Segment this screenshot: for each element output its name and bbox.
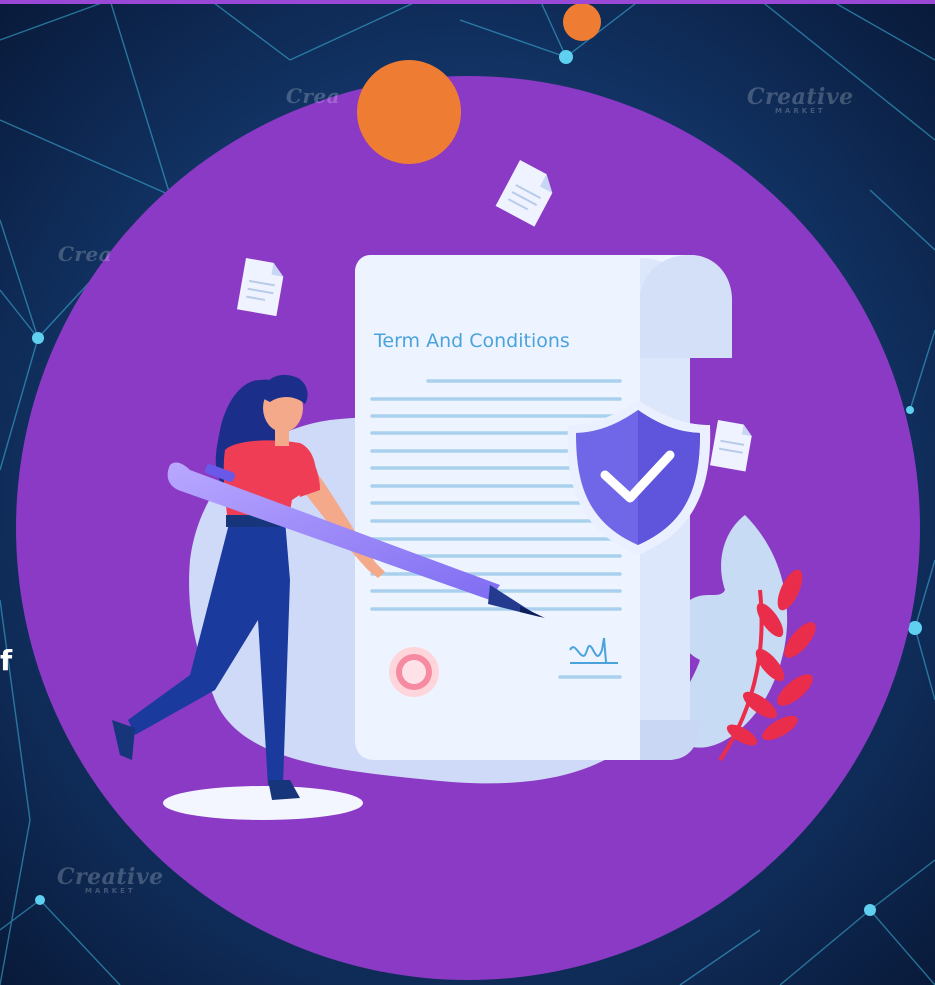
illustration-canvas: Term And Conditions f Creative MARKET Cr… <box>0 0 935 985</box>
orange-dot-small <box>563 3 601 41</box>
ground-shadow <box>163 786 363 820</box>
top-strip <box>0 0 935 4</box>
watermark-text: Crea <box>286 84 341 108</box>
edge-text-fragment: f <box>0 644 13 677</box>
watermark: Creative MARKET <box>57 864 164 895</box>
watermark: Creative MARKET <box>747 84 854 115</box>
document-title: Term And Conditions <box>374 330 570 352</box>
watermark: Crea <box>58 242 112 266</box>
seal-stamp-icon <box>389 647 439 697</box>
watermark-text: Crea <box>58 242 113 266</box>
orange-dot-large <box>357 60 461 164</box>
illustration-svg <box>0 0 935 985</box>
watermark: Crea <box>286 84 340 108</box>
